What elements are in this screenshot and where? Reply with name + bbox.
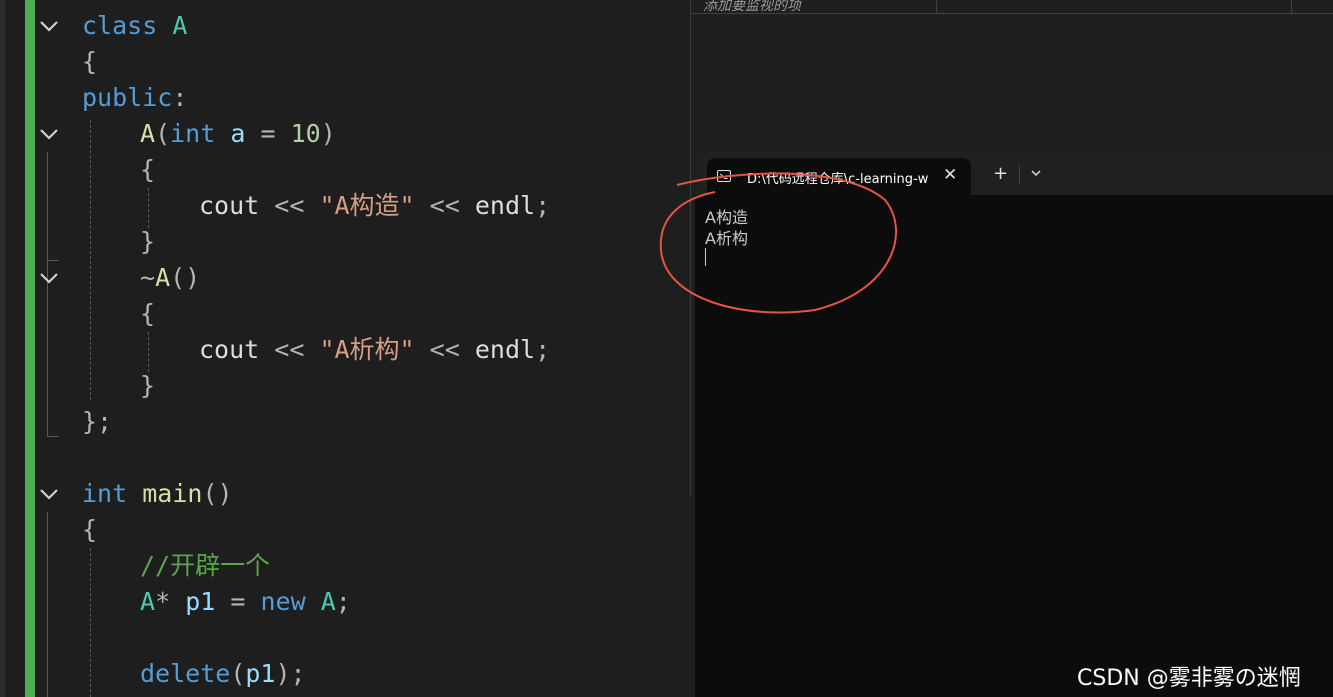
close-icon[interactable]: ✕ bbox=[943, 165, 957, 185]
class-name: A bbox=[172, 11, 188, 40]
text-cursor bbox=[705, 248, 706, 266]
chevron-down-icon[interactable] bbox=[1029, 167, 1043, 179]
code-line-5[interactable]: { bbox=[0, 152, 690, 188]
identifier: cout bbox=[199, 191, 260, 220]
code-line-6[interactable]: cout << "A构造" << endl; bbox=[0, 188, 690, 224]
brace: } bbox=[140, 227, 156, 256]
comment: //开辟一个 bbox=[140, 551, 271, 580]
semicolon: ; bbox=[290, 659, 306, 688]
chevron-down-icon[interactable] bbox=[38, 485, 60, 503]
destructor-name: A bbox=[155, 263, 171, 292]
chevron-down-icon[interactable] bbox=[38, 269, 60, 287]
chevron-down-icon[interactable] bbox=[38, 125, 60, 143]
brace: { bbox=[140, 155, 156, 184]
terminal-tab-bar: D:\代码远程仓库\c-learning-w ✕ + bbox=[695, 150, 1333, 195]
code-line-4[interactable]: A(int a = 10) bbox=[0, 116, 690, 152]
variable: p1 bbox=[185, 587, 216, 616]
semicolon: ; bbox=[335, 587, 351, 616]
terminal-icon bbox=[717, 170, 731, 182]
pointer-star: * bbox=[155, 587, 171, 616]
code-line-1[interactable]: class A bbox=[0, 8, 690, 44]
brace: { bbox=[140, 299, 156, 328]
plus-icon[interactable]: + bbox=[993, 163, 1008, 184]
paren: ) bbox=[320, 119, 336, 148]
code-line-17[interactable]: delete(p1); bbox=[0, 656, 690, 692]
code-line-10[interactable]: cout << "A析构" << endl; bbox=[0, 332, 690, 368]
identifier: endl bbox=[474, 335, 536, 364]
code-line-15[interactable]: //开辟一个 bbox=[0, 548, 690, 584]
brace: { bbox=[82, 515, 98, 544]
keyword: int bbox=[82, 479, 128, 508]
tab-separator bbox=[1019, 165, 1020, 183]
watermark: CSDN @雾非雾の迷惘 bbox=[1077, 666, 1301, 691]
code-line-9[interactable]: { bbox=[0, 296, 690, 332]
operator: << bbox=[274, 335, 305, 364]
parens: () bbox=[202, 479, 233, 508]
type-name: A bbox=[320, 587, 336, 616]
operator: = bbox=[230, 587, 246, 616]
code-line-16[interactable]: A* p1 = new A; bbox=[0, 584, 690, 620]
keyword: delete bbox=[140, 659, 231, 688]
keyword: int bbox=[170, 119, 216, 148]
operator: = bbox=[260, 119, 276, 148]
code-line-11[interactable]: } bbox=[0, 368, 690, 404]
string-literal: "A析构" bbox=[319, 335, 415, 364]
code-line-8[interactable]: ~A() bbox=[0, 260, 690, 296]
parens: () bbox=[170, 263, 201, 292]
tilde: ~ bbox=[140, 263, 156, 292]
identifier: endl bbox=[474, 191, 536, 220]
paren: ) bbox=[275, 659, 291, 688]
code-line-14[interactable]: { bbox=[0, 512, 690, 548]
number-literal: 10 bbox=[290, 119, 321, 148]
paren: ( bbox=[155, 119, 171, 148]
constructor-name: A bbox=[140, 119, 156, 148]
string-literal: "A构造" bbox=[319, 191, 415, 220]
parameter: a bbox=[230, 119, 246, 148]
terminal-tab-title: D:\代码远程仓库\c-learning-w bbox=[747, 172, 929, 187]
column-divider[interactable] bbox=[1291, 0, 1292, 13]
column-divider[interactable] bbox=[936, 0, 937, 13]
colon: : bbox=[172, 83, 188, 112]
code-line-2[interactable]: { bbox=[0, 44, 690, 80]
class-end: }; bbox=[82, 407, 113, 436]
chevron-down-icon[interactable] bbox=[38, 17, 60, 35]
code-editor[interactable]: class A { public: A(int a = 10) { cout <… bbox=[0, 0, 690, 697]
brace: { bbox=[82, 47, 98, 76]
keyword: class bbox=[82, 11, 158, 40]
code-line-13[interactable]: int main() bbox=[0, 476, 690, 512]
watch-placeholder[interactable]: 添加要监视的项 bbox=[703, 0, 801, 13]
type-name: A bbox=[140, 587, 156, 616]
access-specifier: public bbox=[82, 83, 173, 112]
terminal-tab[interactable]: D:\代码远程仓库\c-learning-w ✕ bbox=[707, 158, 971, 195]
code-line-12[interactable]: }; bbox=[0, 404, 690, 440]
terminal-output-line: A析构 bbox=[705, 229, 748, 248]
operator: << bbox=[429, 335, 460, 364]
watch-add-row[interactable]: 添加要监视的项 bbox=[691, 0, 1333, 14]
identifier: cout bbox=[199, 335, 260, 364]
paren: ( bbox=[230, 659, 246, 688]
code-line-3[interactable]: public: bbox=[0, 80, 690, 116]
semicolon: ; bbox=[535, 335, 551, 364]
terminal-window[interactable]: D:\代码远程仓库\c-learning-w ✕ + A构造 A析构 bbox=[695, 150, 1333, 697]
operator: << bbox=[429, 191, 460, 220]
operator: << bbox=[274, 191, 305, 220]
brace: } bbox=[140, 371, 156, 400]
function-name: main bbox=[142, 479, 203, 508]
keyword: new bbox=[260, 587, 306, 616]
semicolon: ; bbox=[535, 191, 551, 220]
code-line-7[interactable]: } bbox=[0, 224, 690, 260]
variable: p1 bbox=[245, 659, 276, 688]
